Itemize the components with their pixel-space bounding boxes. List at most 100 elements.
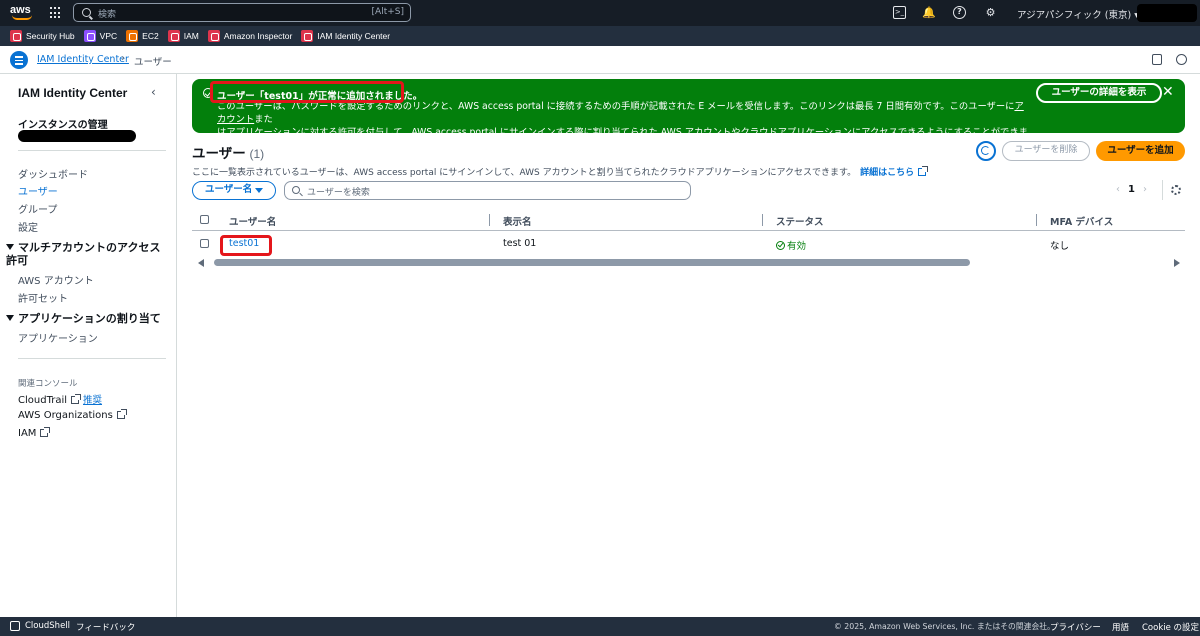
column-header-display-name[interactable]: 表示名 <box>503 214 532 228</box>
global-search-input[interactable]: 検索 [Alt+S] <box>73 3 411 22</box>
recommended-link[interactable]: 推奨 <box>83 395 102 406</box>
panel-toggle-icon[interactable] <box>1152 54 1162 65</box>
cookie-settings-link[interactable]: Cookie の設定 <box>1142 621 1199 633</box>
sidebar-item-groups[interactable]: グループ <box>18 201 57 216</box>
service-icon <box>167 30 180 42</box>
select-all-checkbox[interactable] <box>200 215 209 224</box>
sidebar-link-organizations[interactable]: AWS Organizations <box>18 409 127 421</box>
favorite-item[interactable]: VPC <box>83 30 117 42</box>
row-checkbox[interactable] <box>200 239 209 248</box>
horizontal-scrollbar[interactable] <box>198 257 1180 269</box>
favorite-item[interactable]: Security Hub <box>10 30 75 42</box>
region-selector[interactable]: アジアパシフィック (東京) ▾ <box>1017 7 1139 21</box>
footer: CloudShell フィードバック © 2025, Amazon Web Se… <box>0 617 1200 636</box>
users-count: (1) <box>249 147 265 161</box>
pagination: ‹ 1 › <box>1108 184 1155 195</box>
user-search-input[interactable]: ユーザーを検索 <box>284 181 691 200</box>
services-grid-icon[interactable] <box>50 7 62 19</box>
external-link-icon <box>40 427 51 437</box>
cloudshell-label: CloudShell <box>25 621 71 631</box>
view-user-details-button[interactable]: ユーザーの詳細を表示 <box>1036 83 1162 103</box>
column-resizer[interactable] <box>1036 214 1037 226</box>
instance-id-redacted <box>18 130 136 142</box>
sidebar-section-multi-account[interactable]: マルチアカウントのアクセス許可 <box>6 241 166 267</box>
sidebar-close-icon[interactable]: ‹ <box>151 85 156 99</box>
next-page-icon[interactable]: › <box>1143 184 1147 195</box>
table-header: ユーザー名 表示名 ステータス MFA デバイス <box>192 211 1185 231</box>
highlight-annotation <box>220 235 272 256</box>
status-ok-icon <box>776 241 785 250</box>
column-resizer[interactable] <box>489 214 490 226</box>
favorite-item[interactable]: Amazon Inspector <box>207 30 292 42</box>
table-row: test01 test 01 有効 なし <box>192 232 1185 256</box>
close-icon[interactable]: ✕ <box>1162 84 1174 100</box>
breadcrumb-current: ユーザー <box>134 57 172 68</box>
sidebar-item-dashboard[interactable]: ダッシュボード <box>18 166 88 181</box>
sidebar-item-users[interactable]: ユーザー <box>18 183 58 198</box>
bell-icon[interactable]: 🔔 <box>922 6 936 19</box>
learn-more-link[interactable]: 詳細はこちら <box>860 166 929 178</box>
column-resizer[interactable] <box>762 214 763 226</box>
search-icon <box>82 8 91 17</box>
service-icon <box>207 30 220 42</box>
column-header-status[interactable]: ステータス <box>776 214 824 228</box>
flash-body: このユーザーは、パスワードを設定するためのリンクと、AWS access por… <box>217 100 1032 152</box>
aws-logo[interactable]: aws <box>10 4 34 22</box>
sidebar-item-settings[interactable]: 設定 <box>18 219 38 234</box>
sidebar-link-iam[interactable]: IAM <box>18 427 51 439</box>
sidebar-link-cloudtrail[interactable]: CloudTrail 推奨 <box>18 392 102 406</box>
external-link-icon <box>71 394 81 404</box>
table-settings-icon[interactable] <box>1171 185 1181 195</box>
favorite-item[interactable]: IAM Identity Center <box>301 30 390 42</box>
flash-application-link[interactable]: アプリケーション <box>226 127 300 138</box>
related-consoles-heading: 関連コンソール <box>18 379 78 389</box>
caret-down-icon <box>6 244 14 250</box>
previous-page-icon[interactable]: ‹ <box>1116 184 1120 195</box>
terminal-icon <box>10 621 20 631</box>
scroll-right-icon[interactable] <box>1174 259 1180 267</box>
cloudshell-icon[interactable]: >_ <box>893 6 906 19</box>
delete-users-button[interactable]: ユーザーを削除 <box>1002 141 1090 161</box>
feedback-link[interactable]: フィードバック <box>76 621 135 633</box>
column-header-mfa[interactable]: MFA デバイス <box>1050 214 1113 228</box>
add-user-button[interactable]: ユーザーを追加 <box>1096 141 1185 161</box>
status-text: 有効 <box>787 241 807 252</box>
terms-link[interactable]: 用語 <box>1112 621 1129 633</box>
cloudshell-button[interactable]: CloudShell <box>10 621 70 631</box>
sidebar-title: IAM Identity Center <box>18 86 128 100</box>
sidebar-item-applications[interactable]: アプリケーション <box>18 330 98 345</box>
external-link-icon <box>116 409 127 419</box>
scroll-left-icon[interactable] <box>198 259 204 267</box>
scrollbar-thumb[interactable] <box>214 259 970 266</box>
display-name-cell: test 01 <box>503 238 537 249</box>
top-navigation: aws 検索 [Alt+S] >_ 🔔 ? ⚙ アジアパシフィック (東京) ▾ <box>0 0 1200 26</box>
refresh-icon[interactable] <box>976 141 996 161</box>
column-header-username[interactable]: ユーザー名 <box>229 214 276 228</box>
flash-body-text: に対する許可を付与して、AWS access portal にサインインする際に… <box>217 127 1028 151</box>
description-text: ここに一覧表示されているユーザーは、AWS access portal にサイン… <box>192 168 857 178</box>
favorite-item[interactable]: IAM <box>167 30 199 42</box>
privacy-link[interactable]: プライバシー <box>1050 621 1101 633</box>
sidebar-divider <box>18 358 166 359</box>
favorite-item[interactable]: EC2 <box>126 30 159 42</box>
highlight-annotation <box>210 81 404 103</box>
link-label: AWS Organizations <box>18 410 113 421</box>
breadcrumb-separator: › <box>121 53 125 64</box>
breadcrumb-root[interactable]: IAM Identity Center <box>37 54 129 65</box>
help-icon[interactable]: ? <box>953 6 966 19</box>
filter-property-dropdown[interactable]: ユーザー名 <box>192 181 276 200</box>
menu-icon[interactable] <box>10 51 28 69</box>
clock-icon[interactable] <box>1176 54 1187 65</box>
gear-icon[interactable]: ⚙ <box>984 6 997 19</box>
toolbar-divider <box>1162 180 1163 200</box>
sidebar-item-aws-accounts[interactable]: AWS アカウント <box>18 272 94 287</box>
link-label: IAM <box>18 428 37 439</box>
copyright-text: © 2025, Amazon Web Services, Inc. またはその関… <box>834 622 1055 631</box>
favorite-label: IAM <box>183 31 199 41</box>
account-menu-redacted[interactable] <box>1137 4 1197 22</box>
sidebar-item-permission-sets[interactable]: 許可セット <box>18 290 68 305</box>
favorites-bar: Security Hub VPC EC2 IAM Amazon Inspector IAM… <box>0 26 1200 46</box>
sidebar-section-app-assignments[interactable]: アプリケーションの割り当て <box>6 312 166 325</box>
caret-down-icon <box>6 315 14 321</box>
page-number[interactable]: 1 <box>1128 184 1135 195</box>
